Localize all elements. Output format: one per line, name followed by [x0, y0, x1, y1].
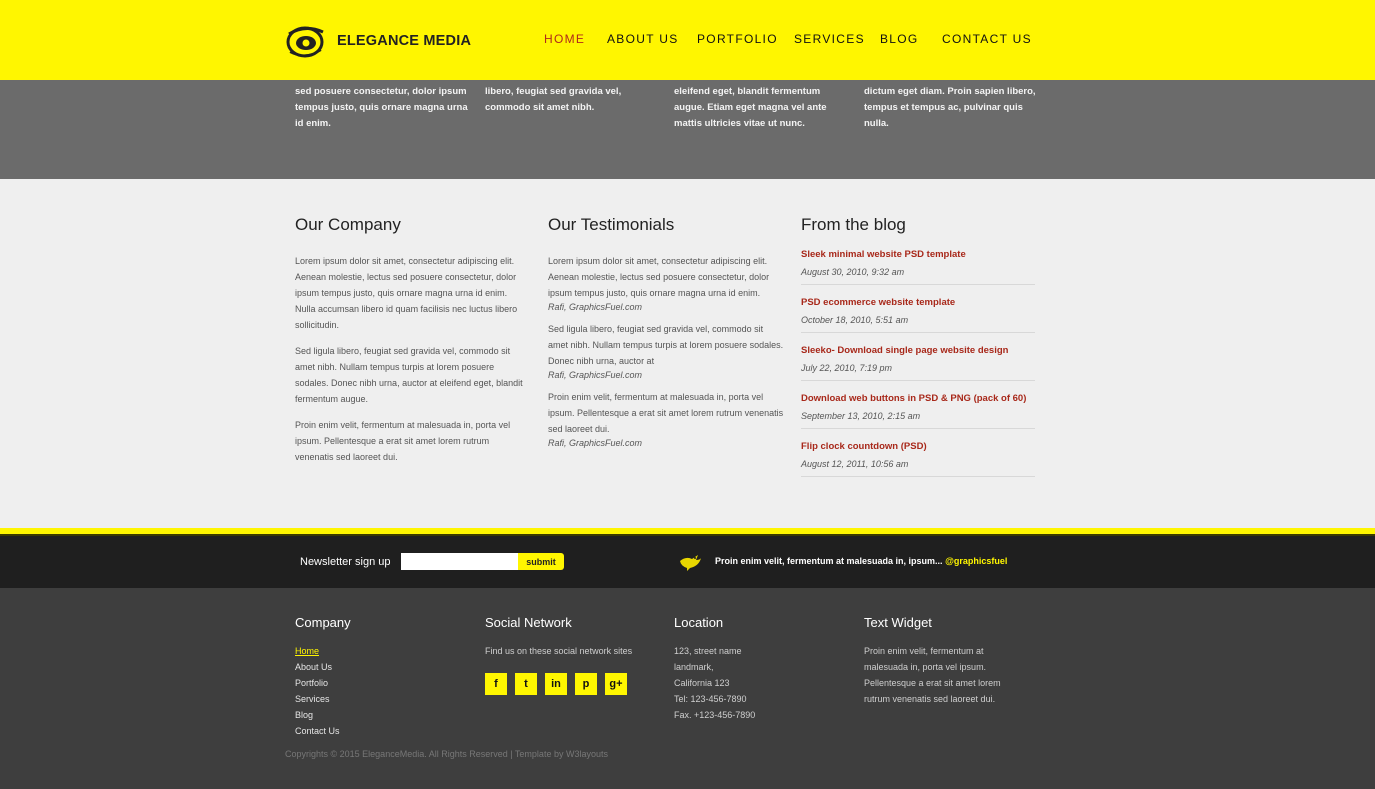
testimonial-author: Rafi, GraphicsFuel.com	[548, 438, 643, 448]
blog-post-date: July 22, 2010, 7:19 pm	[801, 363, 893, 373]
blog-post-date: October 18, 2010, 5:51 am	[801, 315, 909, 325]
blog-post-link[interactable]: Sleek minimal website PSD template	[801, 249, 1035, 261]
footer-title: Text Widget	[864, 615, 932, 630]
logo-text: ELEGANCE MEDIA	[337, 33, 472, 49]
twitter-icon[interactable]: t	[515, 673, 537, 695]
blog-post-date: August 12, 2011, 10:56 am	[801, 459, 909, 469]
nav-contact-us[interactable]: CONTACT US	[942, 32, 1032, 46]
site-header: ELEGANCE MEDIA HOME ABOUT US PORTFOLIO S…	[0, 0, 1375, 80]
blog-post-date: August 30, 2010, 9:32 am	[801, 267, 905, 277]
testimonial: Lorem ipsum dolor sit amet, consectetur …	[548, 253, 784, 313]
footer-link-portfolio[interactable]: Portfolio	[295, 675, 445, 691]
section-title: Our Testimonials	[548, 215, 675, 234]
blog-item: Sleek minimal website PSD template Augus…	[801, 249, 1035, 285]
newsletter-email-input[interactable]	[401, 553, 518, 570]
social-icons: f t in p g+	[485, 673, 655, 695]
blog-item: Sleeko- Download single page website des…	[801, 345, 1035, 381]
footer-title: Location	[674, 615, 724, 630]
footer-social: Social Network Find us on these social n…	[485, 615, 655, 695]
newsletter-bar: Newsletter sign up submit Proin enim vel…	[0, 536, 1375, 588]
address-line: landmark,	[674, 662, 714, 672]
site-footer: Company Home About Us Portfolio Services…	[0, 588, 1375, 789]
testimonial-author: Rafi, GraphicsFuel.com	[548, 302, 643, 312]
blog-item: PSD ecommerce website template October 1…	[801, 297, 1035, 333]
section-title: From the blog	[801, 215, 906, 234]
nav-blog[interactable]: BLOG	[880, 32, 919, 46]
strip-text: dictum eget diam. Proin sapien libero, t…	[864, 86, 1036, 129]
blog-post-link[interactable]: Flip clock countdown (PSD)	[801, 441, 1035, 453]
widget-text: Proin enim velit, fermentum at malesuada…	[864, 646, 1001, 704]
info-section: Our Company Lorem ipsum dolor sit amet, …	[0, 179, 1375, 528]
footer-location: Location 123, street name landmark, Cali…	[674, 615, 834, 723]
testimonial: Proin enim velit, fermentum at malesuada…	[548, 389, 784, 449]
fax-line: Fax. +123-456-7890	[674, 710, 756, 720]
blog-post-link[interactable]: PSD ecommerce website template	[801, 297, 1035, 309]
newsletter-submit-button[interactable]: submit	[518, 553, 564, 570]
divider-bar	[0, 528, 1375, 536]
footer-title: Company	[295, 615, 351, 630]
footer-link-services[interactable]: Services	[295, 691, 445, 707]
phone-line: Tel: 123-456-7890	[674, 694, 747, 704]
newsletter-label: Newsletter sign up	[300, 556, 391, 568]
blog-post-date: September 13, 2010, 2:15 am	[801, 411, 921, 421]
footer-link-about-us[interactable]: About Us	[295, 659, 445, 675]
nav-portfolio[interactable]: PORTFOLIO	[697, 32, 778, 46]
address-line: 123, street name	[674, 646, 742, 656]
blog-post-link[interactable]: Download web buttons in PSD & PNG (pack …	[801, 393, 1035, 405]
blog-item: Download web buttons in PSD & PNG (pack …	[801, 393, 1035, 429]
twitter-bird-icon	[680, 555, 701, 571]
strip-text: libero, feugiat sed gravida vel, commodo…	[485, 86, 622, 113]
eye-logo-icon	[286, 26, 324, 58]
footer-company: Company Home About Us Portfolio Services…	[295, 615, 445, 739]
facebook-icon[interactable]: f	[485, 673, 507, 695]
nav-about-us[interactable]: ABOUT US	[607, 32, 679, 46]
testimonial-text: Proin enim velit, fermentum at malesuada…	[548, 392, 784, 434]
address-line: California 123	[674, 678, 730, 688]
latest-tweet: Proin enim velit, fermentum at malesuada…	[715, 556, 1007, 566]
tweet-handle-link[interactable]: @graphicsfuel	[945, 556, 1007, 566]
our-testimonials: Our Testimonials Lorem ipsum dolor sit a…	[548, 215, 784, 457]
nav-services[interactable]: SERVICES	[794, 32, 865, 46]
footer-link-blog[interactable]: Blog	[295, 707, 445, 723]
testimonial: Sed ligula libero, feugiat sed gravida v…	[548, 321, 784, 381]
features-strip: sed posuere consectetur, dolor ipsum tem…	[0, 80, 1375, 179]
linkedin-icon[interactable]: in	[545, 673, 567, 695]
tweet-text: Proin enim velit, fermentum at malesuada…	[715, 556, 946, 566]
site-logo[interactable]: ELEGANCE MEDIA	[285, 22, 471, 60]
strip-text: eleifend eget, blandit fermentum augue. …	[674, 86, 827, 129]
company-paragraph: Sed ligula libero, feugiat sed gravida v…	[295, 346, 523, 404]
testimonial-text: Lorem ipsum dolor sit amet, consectetur …	[548, 256, 770, 298]
blog-item: Flip clock countdown (PSD) August 12, 20…	[801, 441, 1035, 477]
copyright: Copyrights © 2015 EleganceMedia. All Rig…	[285, 749, 608, 759]
pinterest-icon[interactable]: p	[575, 673, 597, 695]
our-company: Our Company Lorem ipsum dolor sit amet, …	[295, 215, 530, 475]
section-title: Our Company	[295, 215, 401, 234]
footer-link-contact-us[interactable]: Contact Us	[295, 723, 445, 739]
company-paragraph: Lorem ipsum dolor sit amet, consectetur …	[295, 256, 518, 330]
googleplus-icon[interactable]: g+	[605, 673, 627, 695]
strip-text: sed posuere consectetur, dolor ipsum tem…	[295, 86, 468, 129]
social-text: Find us on these social network sites	[485, 646, 633, 656]
from-the-blog: From the blog Sleek minimal website PSD …	[801, 215, 1035, 489]
testimonial-text: Sed ligula libero, feugiat sed gravida v…	[548, 324, 784, 366]
footer-link-home[interactable]: Home	[295, 643, 445, 659]
footer-title: Social Network	[485, 615, 572, 630]
nav-home[interactable]: HOME	[544, 32, 585, 46]
footer-text-widget: Text Widget Proin enim velit, fermentum …	[864, 615, 1024, 707]
company-paragraph: Proin enim velit, fermentum at malesuada…	[295, 420, 511, 462]
testimonial-author: Rafi, GraphicsFuel.com	[548, 370, 643, 380]
blog-post-link[interactable]: Sleeko- Download single page website des…	[801, 345, 1035, 357]
